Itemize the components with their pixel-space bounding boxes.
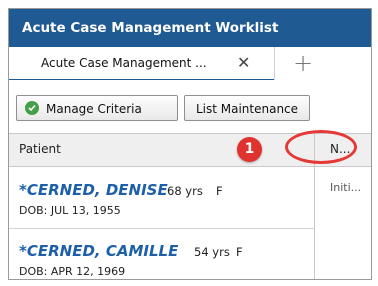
window-title: Acute Case Management Worklist	[9, 9, 371, 47]
patient-sex: F	[236, 245, 243, 259]
manage-criteria-button[interactable]: Manage Criteria	[16, 95, 178, 121]
patient-dob: DOB: APR 12, 1969	[19, 265, 126, 278]
patient-age: 68 yrs	[167, 184, 203, 198]
column-header-patient[interactable]: Patient	[19, 142, 61, 156]
tab-acute-case-management[interactable]: Acute Case Management ... ✕	[9, 47, 275, 81]
table-row[interactable]: *CERNED, CAMILLE 54 yrs F DOB: APR 12, 1…	[9, 228, 314, 279]
patient-age: 54 yrs	[194, 245, 230, 259]
patient-name[interactable]: *CERNED, CAMILLE	[19, 242, 178, 260]
callout-ellipse	[285, 130, 357, 164]
plus-icon[interactable]: +	[293, 49, 313, 77]
table-row[interactable]: *CERNED, DENISE 68 yrs F DOB: JUL 13, 19…	[9, 167, 314, 229]
next-cell: Initi...	[330, 181, 362, 194]
tab-label: Acute Case Management ...	[41, 56, 207, 70]
tab-bar: Acute Case Management ... ✕ +	[9, 47, 371, 81]
step-number-badge: 1	[237, 137, 262, 162]
check-circle-icon	[25, 101, 39, 115]
patient-sex: F	[216, 184, 223, 198]
patient-dob: DOB: JUL 13, 1955	[19, 204, 121, 217]
close-icon[interactable]: ✕	[237, 53, 250, 72]
manage-criteria-label: Manage Criteria	[46, 102, 142, 116]
list-maintenance-button[interactable]: List Maintenance	[184, 95, 310, 121]
patient-name[interactable]: *CERNED, DENISE	[19, 181, 168, 199]
toolbar: Manage Criteria List Maintenance	[9, 80, 371, 133]
